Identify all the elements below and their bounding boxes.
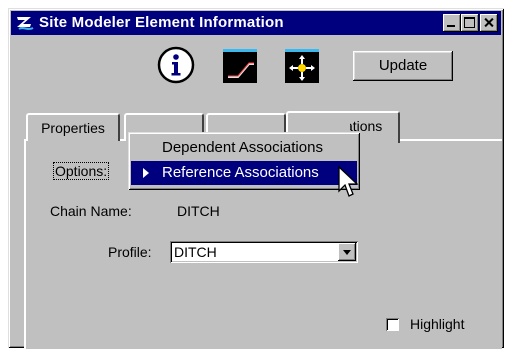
chain-name-label: Chain Name: bbox=[50, 203, 132, 219]
title-bar[interactable]: Site Modeler Element Information bbox=[11, 11, 501, 35]
window-title: Site Modeler Element Information bbox=[39, 14, 284, 31]
highlight-checkbox[interactable] bbox=[386, 318, 399, 331]
menu-item-reference-associations-label: Reference Associations bbox=[162, 164, 319, 181]
tab-properties[interactable]: Properties bbox=[26, 113, 120, 141]
profile-label: Profile: bbox=[108, 244, 152, 260]
pan-view-button[interactable] bbox=[285, 49, 319, 83]
submenu-arrow-icon bbox=[143, 168, 149, 178]
menu-item-dependent-associations[interactable]: Dependent Associations bbox=[131, 136, 357, 160]
options-menu: Dependent Associations Reference Associa… bbox=[128, 132, 360, 190]
profile-dropdown-value: DITCH bbox=[174, 244, 217, 260]
profile-view-button[interactable] bbox=[223, 49, 257, 83]
close-button[interactable] bbox=[480, 14, 498, 32]
minimize-button[interactable] bbox=[443, 14, 461, 32]
maximize-button[interactable] bbox=[461, 14, 479, 32]
info-icon[interactable] bbox=[157, 46, 195, 84]
site-modeler-logo-icon bbox=[14, 13, 36, 33]
pan-arrows-icon bbox=[289, 55, 315, 81]
highlight-label: Highlight bbox=[410, 316, 465, 332]
profile-view-icon bbox=[228, 62, 254, 78]
profile-dropdown[interactable]: DITCH bbox=[170, 241, 358, 263]
chain-name-value: DITCH bbox=[177, 203, 220, 219]
menu-item-reference-associations[interactable]: Reference Associations bbox=[131, 161, 357, 185]
options-button[interactable]: Options: bbox=[52, 162, 110, 180]
update-button[interactable]: Update bbox=[353, 51, 453, 81]
chevron-down-icon[interactable] bbox=[338, 243, 356, 261]
mouse-cursor-icon bbox=[338, 166, 359, 197]
